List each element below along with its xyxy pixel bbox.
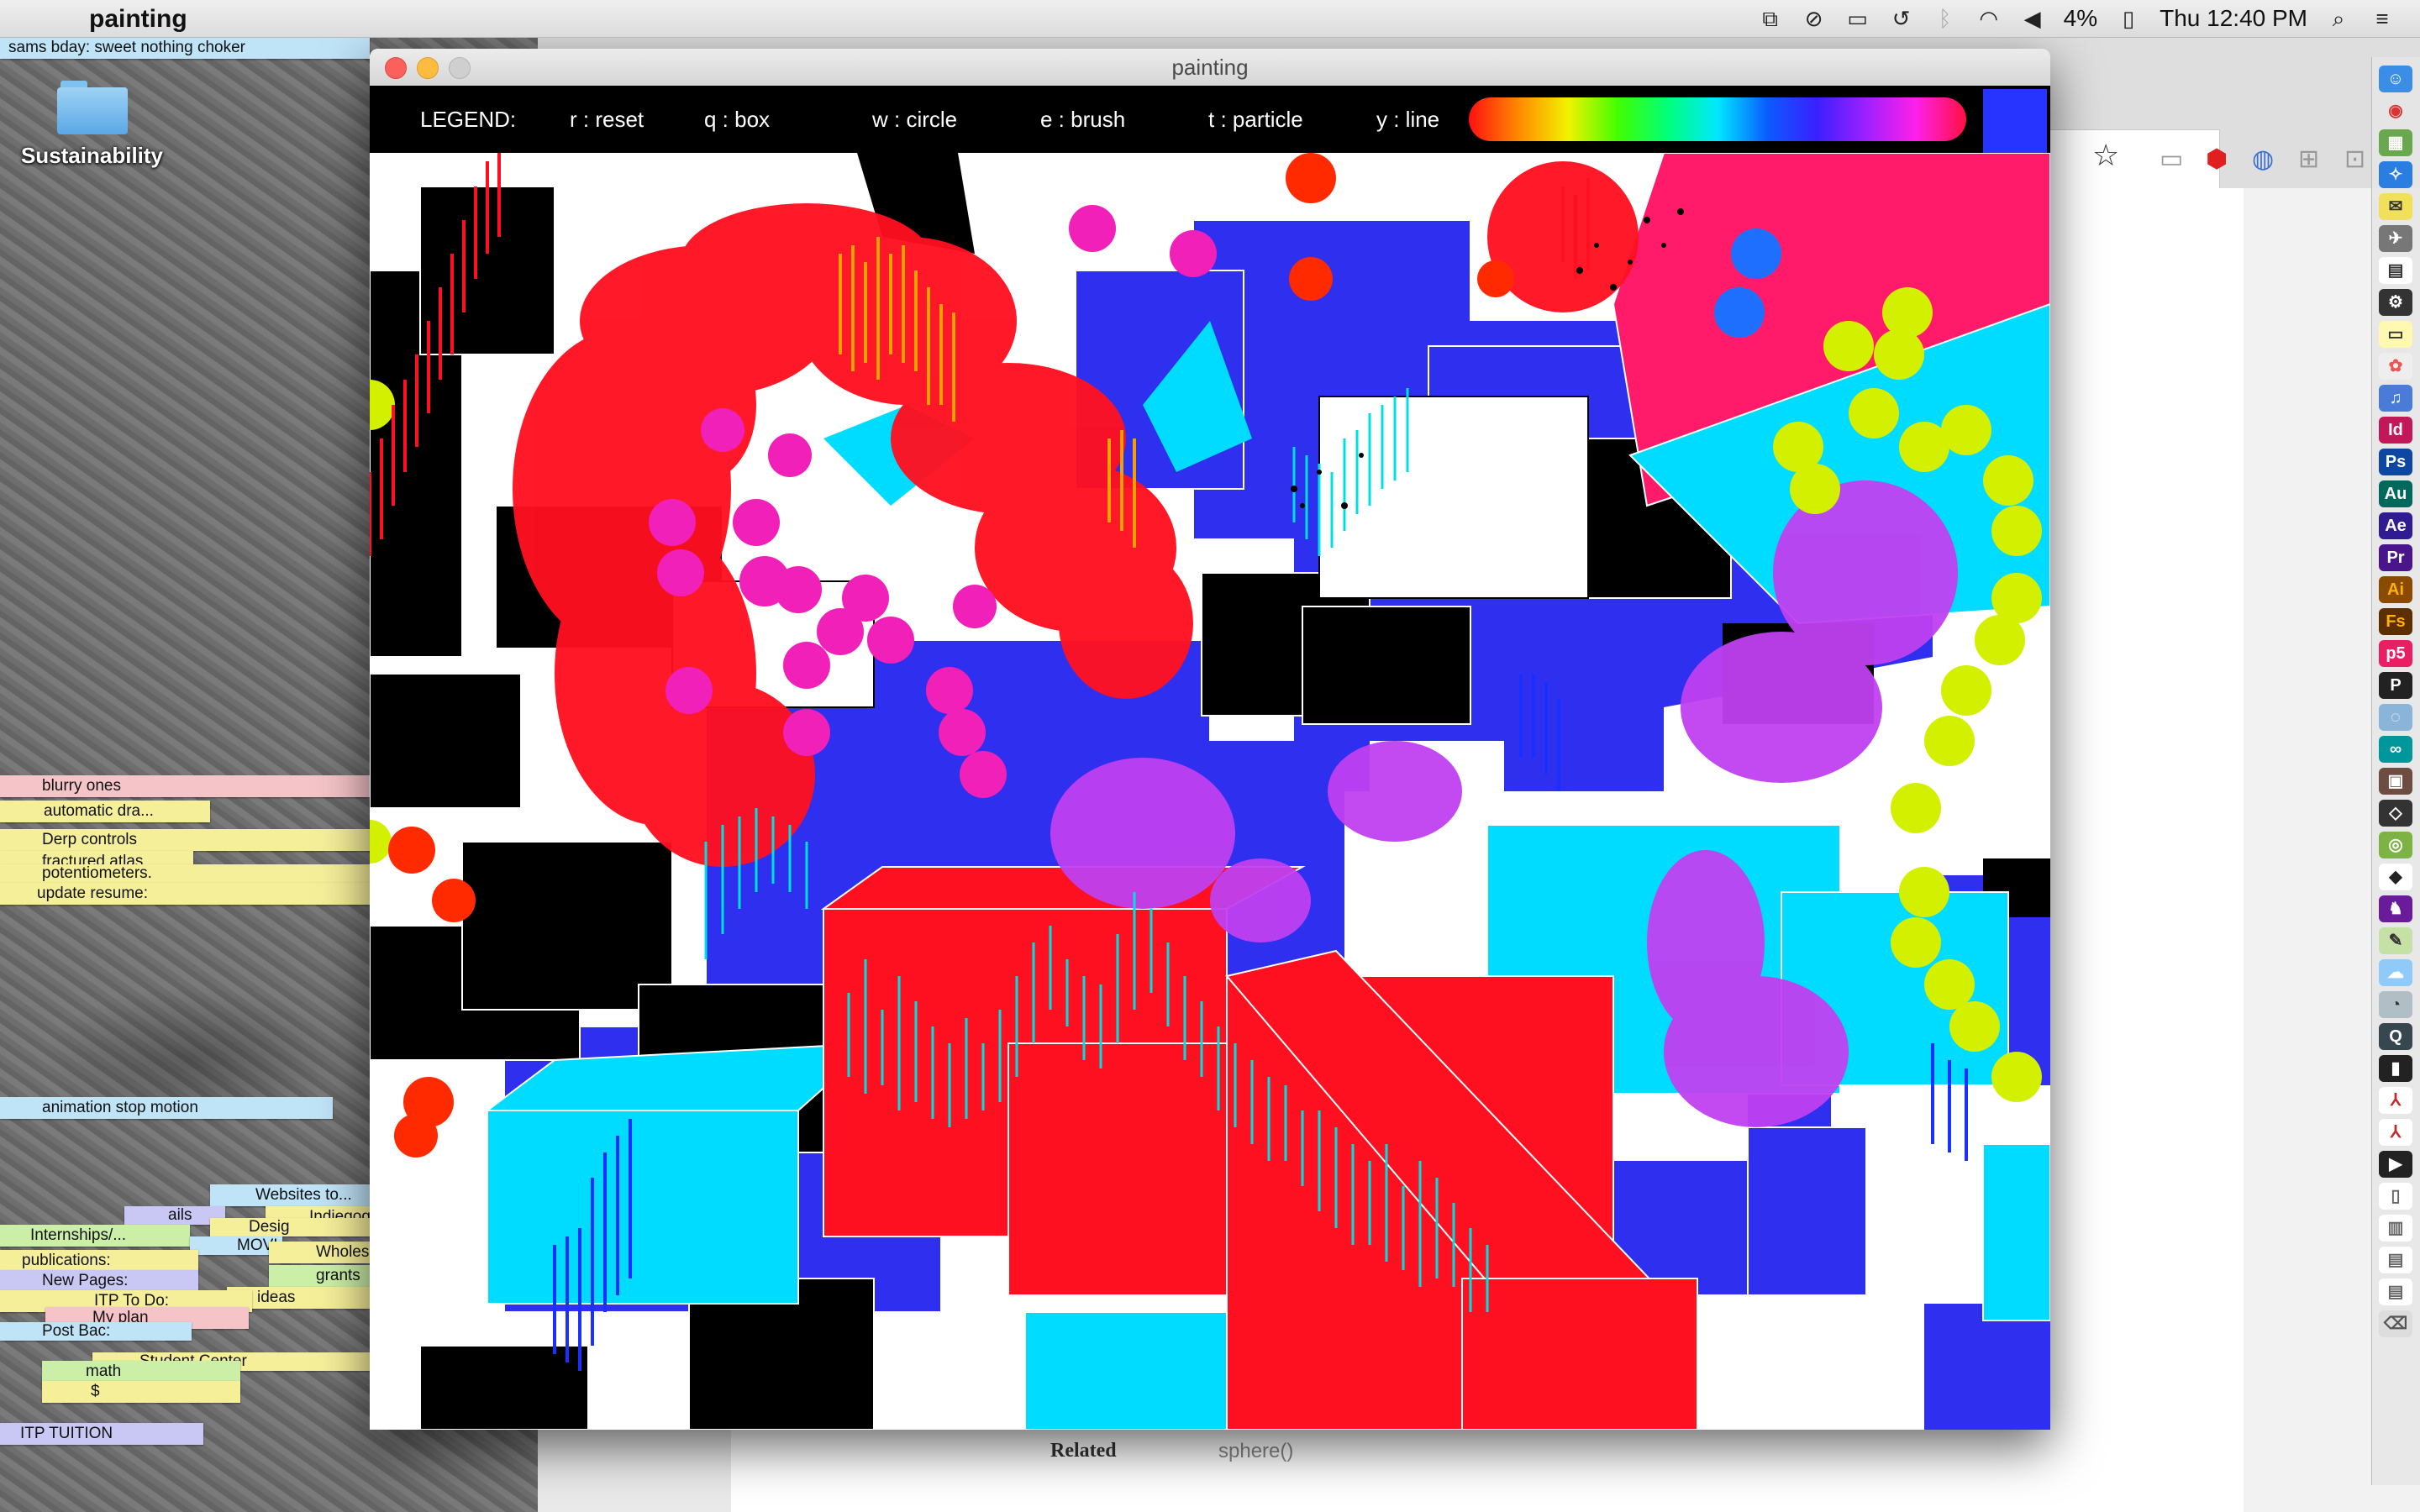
p5-icon[interactable]: p5 <box>2379 640 2412 667</box>
time-machine-icon[interactable]: ↺ <box>1889 6 1914 31</box>
extension-icon[interactable]: ⊡ <box>2344 144 2365 174</box>
processing-icon[interactable]: P <box>2379 672 2412 699</box>
indesign-icon[interactable]: Id <box>2379 417 2412 444</box>
cura-icon[interactable]: ◌ <box>2379 704 2412 731</box>
legend-label: LEGEND: <box>420 107 517 132</box>
itunes-icon[interactable]: ♫ <box>2379 385 2412 412</box>
folder-label: Sustainability <box>20 143 164 168</box>
extension-icon[interactable]: ◍ <box>2252 144 2274 174</box>
photos-icon[interactable]: ✿ <box>2379 353 2412 380</box>
related-label[interactable]: Related <box>1050 1440 1117 1462</box>
sticky-note[interactable]: animation stop motion <box>0 1097 333 1119</box>
volume-icon[interactable]: ◀ <box>2020 6 2045 31</box>
flash-icon[interactable]: Fs <box>2379 608 2412 635</box>
battery-icon[interactable]: ▯ <box>2116 6 2141 31</box>
legend-reset: r : reset <box>570 107 644 132</box>
cyberduck-icon[interactable]: ◔ <box>2379 991 2412 1018</box>
ublock-icon[interactable]: ⬢ <box>2206 144 2228 174</box>
painting-canvas[interactable] <box>370 153 2050 1430</box>
list-icon[interactable]: ≡ <box>2370 6 2395 31</box>
sticky-note[interactable]: automatic dra... <box>0 801 210 822</box>
launchpad-icon[interactable]: ✈ <box>2379 225 2412 252</box>
airplay-icon[interactable]: ▭ <box>1845 6 1870 31</box>
painting-window: painting LEGEND: r : reset q : box w : c… <box>370 49 2050 1430</box>
document-icon[interactable]: ▯ <box>2379 1183 2412 1210</box>
sticky-note[interactable]: Wholes <box>269 1242 370 1263</box>
sticky-note[interactable]: potentiometers. <box>0 864 370 883</box>
sticky-note[interactable]: math <box>42 1361 240 1383</box>
sticky-note[interactable]: Websites to... <box>210 1184 370 1206</box>
legend-bar: LEGEND: r : reset q : box w : circle e :… <box>370 86 2050 153</box>
calendar-icon[interactable]: ▤ <box>2379 257 2412 284</box>
dock: ☺ ◉ ▦ ✧ ✉ ✈ ▤ ⚙ ▭ ✿ ♫ Id Ps Au Ae Pr Ai … <box>2371 57 2420 1485</box>
bluetooth-icon[interactable]: ᛒ <box>1933 6 1958 31</box>
chrome-icon[interactable]: ◉ <box>2379 97 2412 124</box>
legend-brush: e : brush <box>1040 107 1126 132</box>
sticky-note[interactable]: $ <box>42 1381 240 1403</box>
desktop-folder[interactable]: Sustainability <box>18 81 166 169</box>
battery-percent[interactable]: 4% <box>2064 5 2097 32</box>
photos-icon[interactable]: ▦ <box>2379 129 2412 156</box>
mirror-icon[interactable]: ⧉ <box>1758 6 1783 31</box>
search-icon[interactable]: ⌕ <box>2326 6 2351 31</box>
menu-bar: painting ⧉ ⊘ ▭ ↺ ᛒ ◠ ◀ 4% ▯ Thu 12:40 PM… <box>0 0 2420 38</box>
cast-icon[interactable]: ▭ <box>2160 144 2183 174</box>
app-menu-name[interactable]: painting <box>89 4 187 34</box>
window-title: painting <box>1171 55 1249 80</box>
unity-icon[interactable]: ◆ <box>2379 864 2412 890</box>
sticky-note[interactable]: Post Bac: <box>0 1322 192 1341</box>
color-palette[interactable] <box>1469 97 1966 141</box>
legend-line: y : line <box>1376 107 1440 132</box>
sticky-note[interactable]: ITP TUITION <box>0 1423 203 1445</box>
notes-icon[interactable]: ▭ <box>2379 321 2412 348</box>
sticky-note[interactable]: Internships/... <box>0 1225 190 1247</box>
quicktime-icon[interactable]: Q <box>2379 1023 2412 1050</box>
icloud-icon[interactable]: ☁ <box>2379 959 2412 986</box>
illustrator-icon[interactable]: Ai <box>2379 576 2412 603</box>
scripteditor-icon[interactable]: ✎ <box>2379 927 2412 954</box>
sticky-note[interactable]: Derp controls <box>0 829 370 851</box>
audition-icon[interactable]: Au <box>2379 480 2412 507</box>
sphere-label[interactable]: sphere() <box>1218 1440 1293 1463</box>
gear-icon[interactable]: ◎ <box>2379 832 2412 858</box>
trash-icon[interactable]: ⌫ <box>2379 1310 2412 1337</box>
sticky-note[interactable]: blurry ones <box>0 775 370 797</box>
sticky-note[interactable]: New Pages: <box>0 1270 198 1292</box>
folder-icon <box>56 81 128 134</box>
github-icon[interactable]: ♞ <box>2379 895 2412 922</box>
arduino-icon[interactable]: ∞ <box>2379 736 2412 763</box>
after-effects-icon[interactable]: Ae <box>2379 512 2412 539</box>
terminal-icon[interactable]: ▮ <box>2379 1055 2412 1082</box>
acrobat-icon[interactable]: ⅄ <box>2379 1087 2412 1114</box>
photoshop-icon[interactable]: Ps <box>2379 449 2412 475</box>
legend-particle: t : particle <box>1208 107 1303 132</box>
do-not-disturb-icon[interactable]: ⊘ <box>1802 6 1827 31</box>
screenshot-icon[interactable]: ▤ <box>2379 1278 2412 1305</box>
finder-icon[interactable]: ☺ <box>2379 66 2412 92</box>
sticky-note[interactable]: publications: <box>0 1250 198 1272</box>
extension-icon[interactable]: ⊞ <box>2298 144 2319 174</box>
mail-icon[interactable]: ✉ <box>2379 193 2412 220</box>
sticky-note[interactable]: grants <box>269 1265 370 1287</box>
current-color-swatch <box>1983 89 2047 153</box>
acrobat-icon[interactable]: ⅄ <box>2379 1119 2412 1146</box>
terminal-icon[interactable]: ⚙ <box>2379 289 2412 316</box>
window-titlebar[interactable]: painting <box>370 49 2050 87</box>
bookmark-star-icon[interactable]: ☆ <box>2092 138 2119 173</box>
sticky-note[interactable]: update resume: <box>0 883 370 905</box>
sticky-note[interactable]: sams bday: sweet nothing choker <box>0 37 370 59</box>
sticky-note[interactable]: Desig <box>210 1218 370 1236</box>
safari-icon[interactable]: ✧ <box>2379 161 2412 188</box>
image-icon[interactable]: ▥ <box>2379 1215 2412 1242</box>
menubar-clock[interactable]: Thu 12:40 PM <box>2160 5 2307 32</box>
legend-box: q : box <box>704 107 771 132</box>
unity-icon[interactable]: ◇ <box>2379 800 2412 827</box>
premiere-icon[interactable]: Pr <box>2379 544 2412 571</box>
disk-icon[interactable]: ▣ <box>2379 768 2412 795</box>
screenshot-icon[interactable]: ▤ <box>2379 1247 2412 1273</box>
legend-circle: w : circle <box>872 107 958 132</box>
wifi-icon[interactable]: ◠ <box>1976 6 2002 31</box>
itunes-icon[interactable]: ▶ <box>2379 1151 2412 1178</box>
